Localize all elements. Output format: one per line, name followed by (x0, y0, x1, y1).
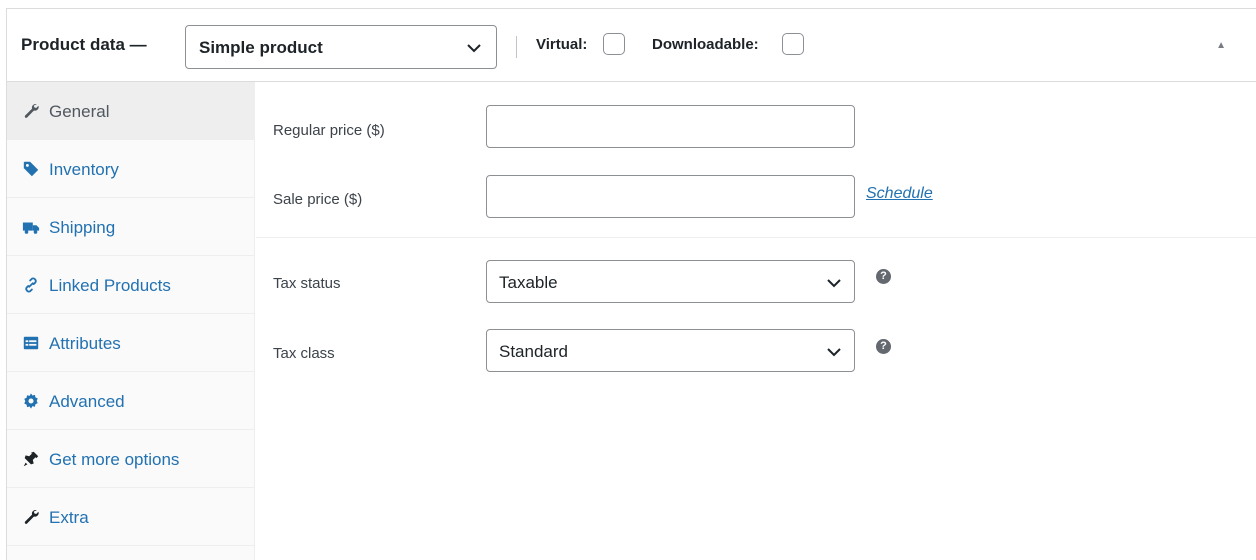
tax-class-value: Standard (499, 342, 568, 361)
product-type-select[interactable]: Simple product (185, 25, 497, 69)
schedule-link[interactable]: Schedule (866, 185, 933, 203)
tab-label: General (49, 102, 110, 121)
chevron-down-icon (827, 348, 841, 357)
truck-icon (22, 222, 40, 234)
tax-status-value: Taxable (499, 273, 558, 292)
virtual-checkbox[interactable] (603, 33, 625, 55)
tab-linked-products[interactable]: Linked Products (7, 256, 255, 314)
tab-inventory[interactable]: Inventory (7, 140, 255, 198)
tag-icon (23, 161, 39, 177)
header-separator (516, 36, 517, 58)
downloadable-checkbox[interactable] (782, 33, 804, 55)
chevron-down-icon (827, 279, 841, 288)
list-view-icon (23, 336, 39, 350)
link-icon (25, 277, 37, 293)
tab-label: Advanced (49, 392, 125, 411)
section-divider (256, 237, 1256, 238)
plugin-plug-icon (23, 451, 39, 467)
tab-extra[interactable]: Extra (7, 488, 255, 546)
help-icon[interactable]: ? (876, 269, 891, 284)
tab-label: Shipping (49, 218, 116, 237)
general-panel: Regular price ($) Sale price ($) Schedul… (256, 82, 1256, 560)
downloadable-label: Downloadable: (652, 36, 759, 53)
collapse-toggle-icon[interactable]: ▲ (1216, 40, 1226, 51)
gear-icon (24, 393, 38, 409)
tab-label: Inventory (49, 160, 119, 179)
tax-class-select[interactable]: Standard (486, 329, 855, 372)
virtual-label: Virtual: (536, 36, 588, 53)
wrench-icon (24, 103, 39, 118)
tab-get-more-options[interactable]: Get more options (7, 430, 255, 488)
product-data-panel: Product data — Simple product Virtual: D… (6, 8, 1256, 560)
tab-label: Extra (49, 508, 89, 527)
tab-attributes[interactable]: Attributes (7, 314, 255, 372)
product-data-title: Product data — (21, 35, 147, 54)
tab-advanced[interactable]: Advanced (7, 372, 255, 430)
chevron-down-icon (467, 44, 481, 53)
tax-status-label: Tax status (273, 275, 341, 292)
tab-label: Linked Products (49, 276, 171, 295)
help-icon[interactable]: ? (876, 339, 891, 354)
regular-price-input[interactable] (486, 105, 855, 148)
tax-class-label: Tax class (273, 345, 335, 362)
tax-status-select[interactable]: Taxable (486, 260, 855, 303)
product-data-tabs: General Inventory Shipping Linked Produc… (7, 82, 255, 560)
wrench-icon (24, 509, 39, 524)
tab-general[interactable]: General (7, 82, 255, 140)
product-data-header: Product data — Simple product Virtual: D… (7, 9, 1256, 82)
tab-label: Get more options (49, 450, 180, 469)
sale-price-input[interactable] (486, 175, 855, 218)
regular-price-label: Regular price ($) (273, 122, 385, 139)
product-type-value: Simple product (199, 38, 323, 57)
tab-label: Attributes (49, 334, 121, 353)
tab-shipping[interactable]: Shipping (7, 198, 255, 256)
sale-price-label: Sale price ($) (273, 191, 363, 208)
